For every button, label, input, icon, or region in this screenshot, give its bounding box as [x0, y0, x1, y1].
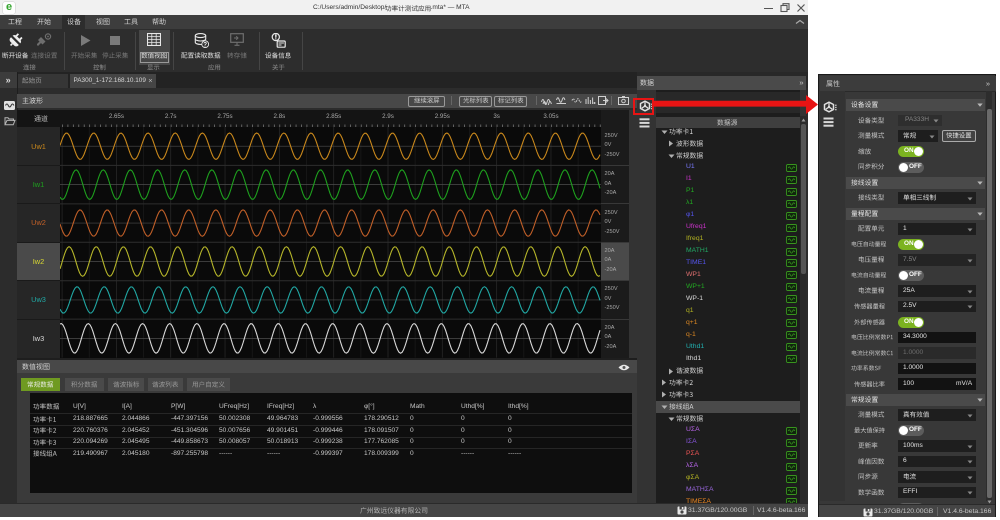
svg-text:?: ?: [203, 41, 207, 48]
